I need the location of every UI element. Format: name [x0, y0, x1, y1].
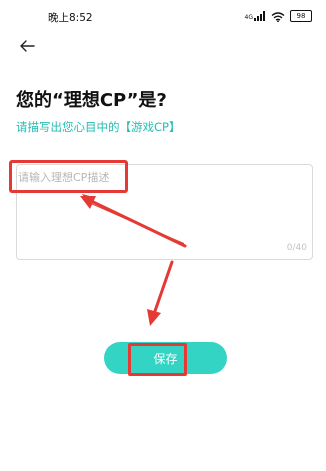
annotation-arrows	[80, 194, 187, 326]
annotation-box-save	[128, 343, 187, 376]
annotation-arrow-to-save	[152, 260, 174, 316]
